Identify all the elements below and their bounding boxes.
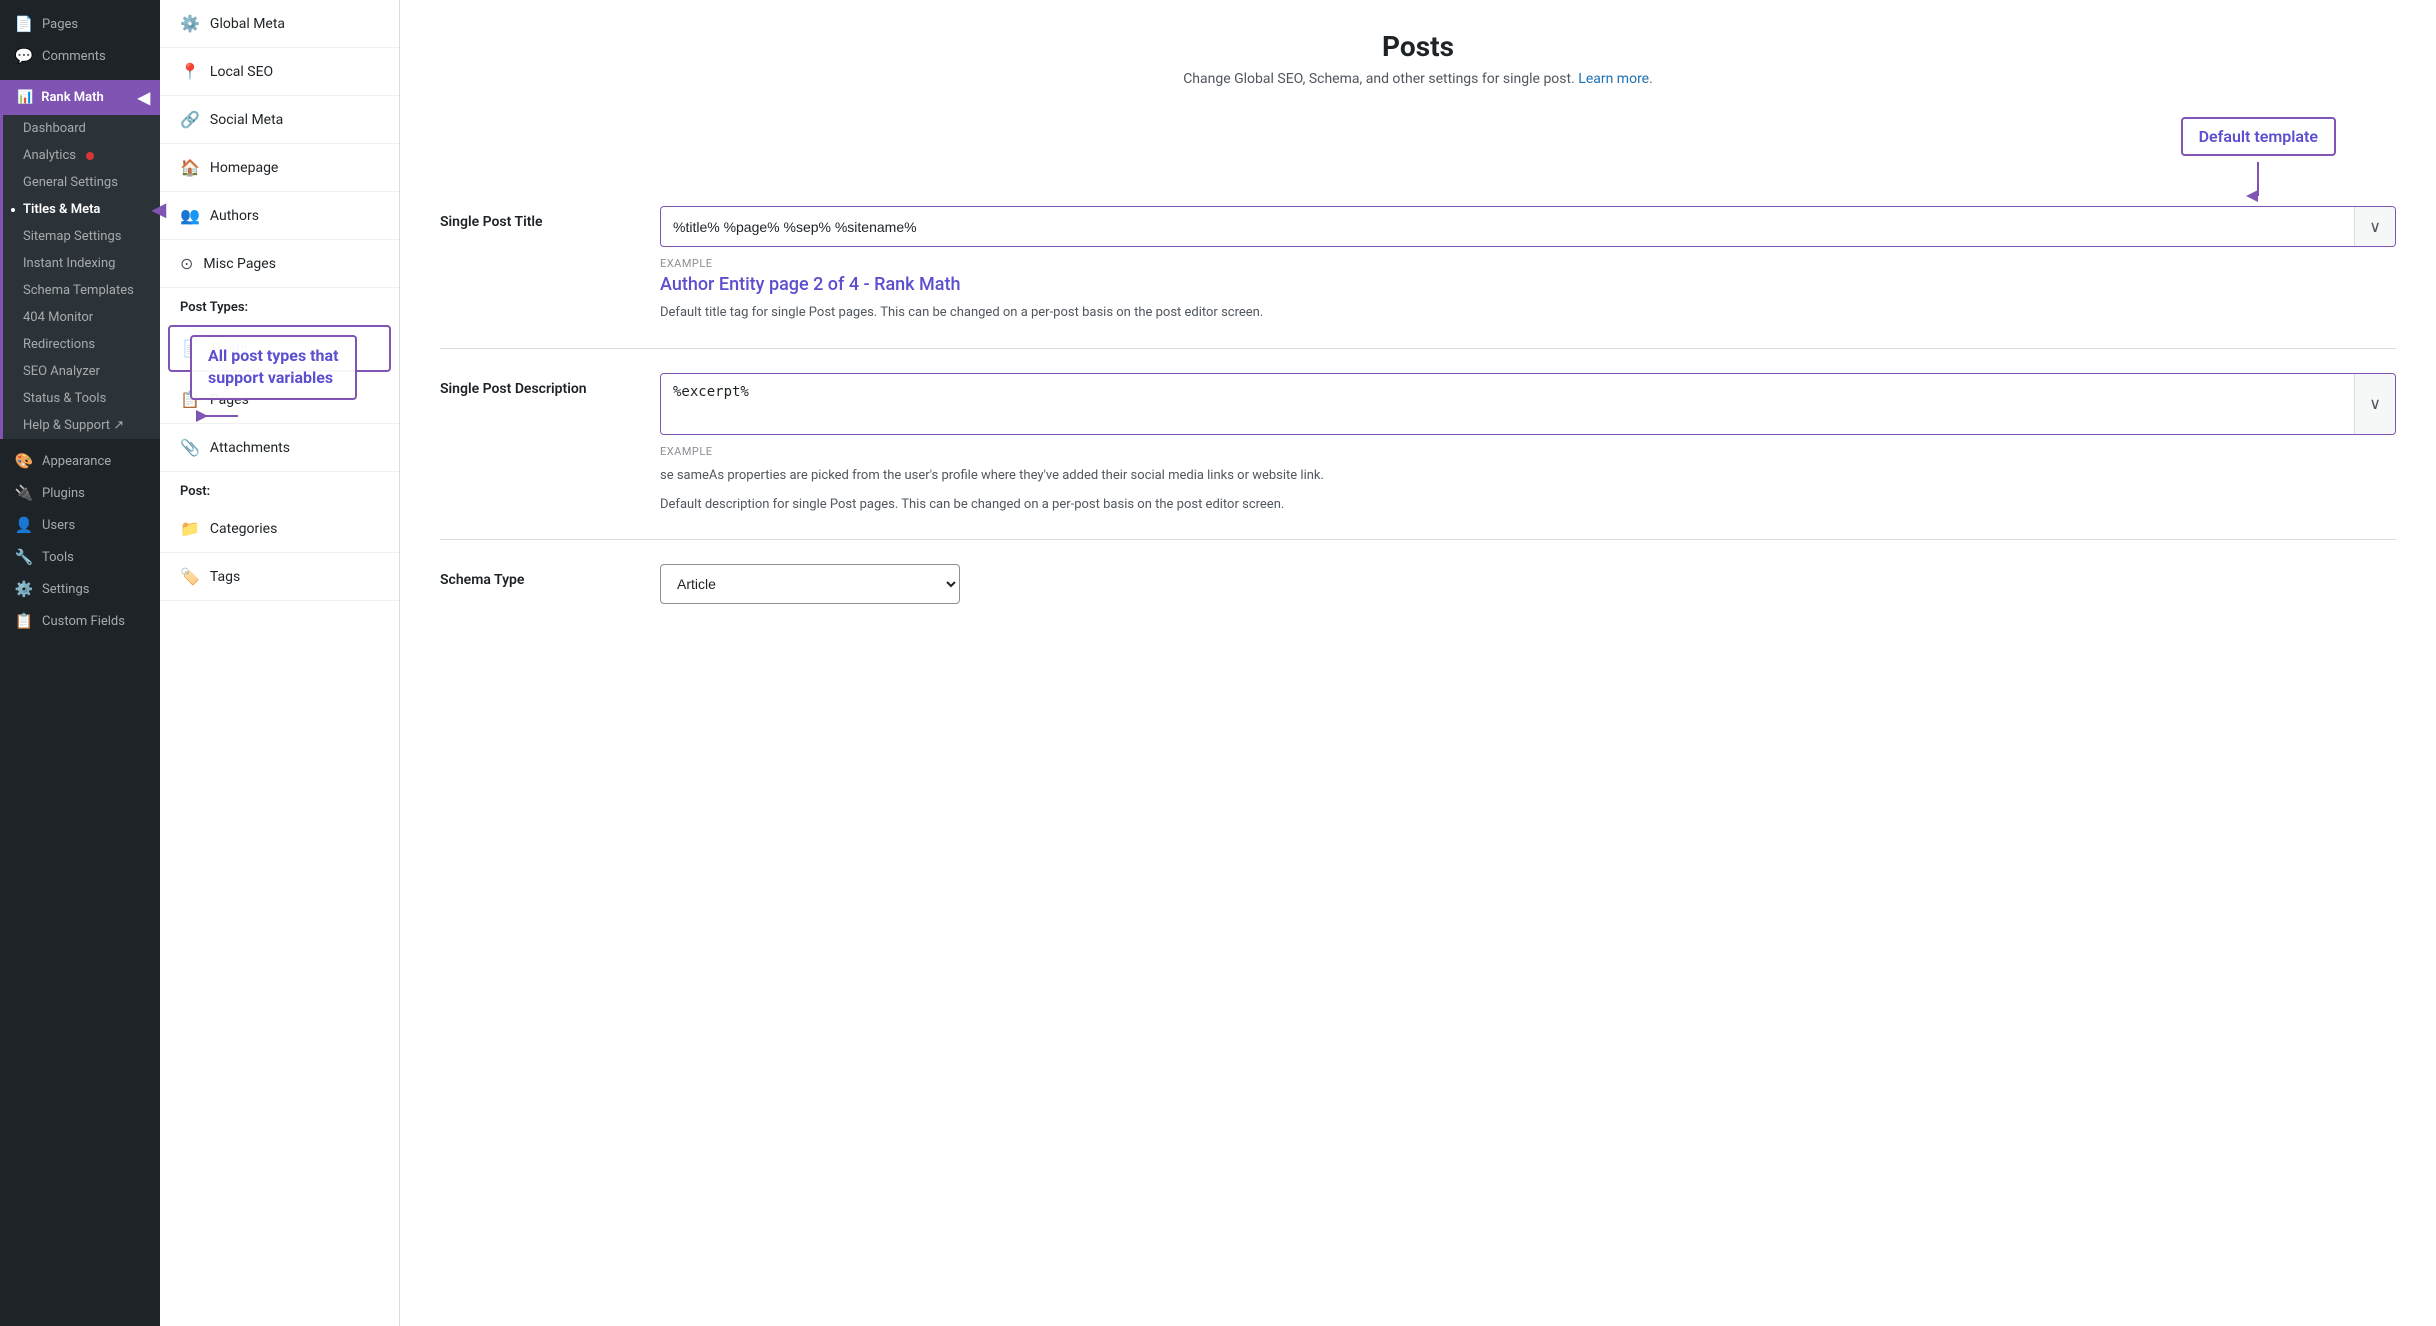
sidebar-item-instant-indexing[interactable]: Instant Indexing <box>3 250 160 277</box>
local-seo-icon: 📍 <box>180 62 200 81</box>
custom-fields-icon: 📋 <box>14 612 34 630</box>
post-types-arrow-svg <box>190 406 240 426</box>
sidebar-item-sitemap-settings[interactable]: Sitemap Settings <box>3 223 160 250</box>
comments-icon: 💬 <box>14 47 34 65</box>
learn-more-link[interactable]: Learn more <box>1578 71 1649 87</box>
post-types-callout-box: All post types that support variables <box>190 335 357 400</box>
schema-type-content: Article BlogPosting NewsArticle None <box>660 564 2396 604</box>
submenu-item-homepage[interactable]: 🏠 Homepage <box>160 144 399 192</box>
single-post-desc-label: Single Post Description <box>440 373 640 397</box>
default-template-callout-wrapper: Default template <box>2181 117 2336 202</box>
sidebar-collapse-arrow: ◀ <box>138 88 150 107</box>
sidebar-item-schema-templates[interactable]: Schema Templates <box>3 277 160 304</box>
categories-icon: 📁 <box>180 519 200 538</box>
sidebar-bottom: 🎨 Appearance 🔌 Plugins 👤 Users 🔧 Tools ⚙… <box>0 445 160 637</box>
sidebar-item-dashboard[interactable]: Dashboard <box>3 115 160 142</box>
single-post-desc-row: Single Post Description %excerpt% ∨ EXAM… <box>440 373 2396 516</box>
submenu-panel: ⚙️ Global Meta 📍 Local SEO 🔗 Social Meta… <box>160 0 400 1326</box>
plugins-icon: 🔌 <box>14 484 34 502</box>
sidebar-item-general-settings[interactable]: General Settings <box>3 169 160 196</box>
submenu-item-social-meta[interactable]: 🔗 Social Meta <box>160 96 399 144</box>
single-post-title-row: Single Post Title ∨ EXAMPLE Author Entit… <box>440 206 2396 324</box>
title-field-desc: Default title tag for single Post pages.… <box>660 303 2396 324</box>
sidebar-item-status-tools[interactable]: Status & Tools <box>3 385 160 412</box>
sidebar-item-titles-meta[interactable]: Titles & Meta ◀ <box>3 196 160 223</box>
post-types-label: Post Types: <box>160 288 399 321</box>
main-content: ⚙️ Global Meta 📍 Local SEO 🔗 Social Meta… <box>160 0 2436 1326</box>
appearance-icon: 🎨 <box>14 452 34 470</box>
submenu-item-misc-pages[interactable]: ⊙ Misc Pages <box>160 240 399 288</box>
default-template-callout-box: Default template <box>2181 117 2336 156</box>
settings-icon: ⚙️ <box>14 580 34 598</box>
users-icon: 👤 <box>14 516 34 534</box>
post-types-arrow-row <box>190 406 240 426</box>
attachments-icon: 📎 <box>180 438 200 457</box>
default-template-arrow-svg <box>2243 162 2273 202</box>
sidebar-item-tools[interactable]: 🔧 Tools <box>0 541 160 573</box>
post-label: Post: <box>160 472 399 505</box>
rank-math-subnav: Dashboard Analytics General Settings Tit… <box>3 115 160 439</box>
global-meta-icon: ⚙️ <box>180 14 200 33</box>
submenu-item-attachments[interactable]: 📎 Attachments <box>160 424 399 472</box>
divider-1 <box>440 348 2396 349</box>
example-label-1: EXAMPLE <box>660 257 2396 270</box>
example-title-1: Author Entity page 2 of 4 - Rank Math <box>660 274 2396 295</box>
single-post-desc-content: %excerpt% ∨ EXAMPLE se sameAs properties… <box>660 373 2396 516</box>
schema-type-label: Schema Type <box>440 564 640 588</box>
sidebar-item-seo-analyzer[interactable]: SEO Analyzer <box>3 358 160 385</box>
submenu-item-authors[interactable]: 👥 Authors <box>160 192 399 240</box>
single-post-title-input-row: ∨ <box>660 206 2396 247</box>
sidebar-item-help-support[interactable]: Help & Support ↗ <box>3 412 160 439</box>
desc-dropdown-button[interactable]: ∨ <box>2354 374 2395 434</box>
sidebar-item-404-monitor[interactable]: 404 Monitor <box>3 304 160 331</box>
content-panel: Posts Change Global SEO, Schema, and oth… <box>400 0 2436 1326</box>
single-post-desc-textarea[interactable]: %excerpt% <box>661 374 2354 434</box>
single-post-title-content: ∨ EXAMPLE Author Entity page 2 of 4 - Ra… <box>660 206 2396 324</box>
desc-annotation-area: EXAMPLE se sameAs properties are picked … <box>660 445 2396 516</box>
rank-math-header[interactable]: 📊 Rank Math ◀ <box>3 80 160 115</box>
post-types-annotation-wrapper: All post types that support variables <box>190 335 357 426</box>
default-template-annotation-area: Default template <box>440 117 2396 202</box>
submenu-item-local-seo[interactable]: 📍 Local SEO <box>160 48 399 96</box>
sidebar-item-plugins[interactable]: 🔌 Plugins <box>0 477 160 509</box>
single-post-title-label: Single Post Title <box>440 206 640 230</box>
sidebar-item-comments[interactable]: 💬 Comments <box>0 40 160 72</box>
submenu-item-tags[interactable]: 🏷️ Tags <box>160 553 399 601</box>
desc-example-partial: se sameAs properties are picked from the… <box>660 466 2396 487</box>
sidebar-item-settings[interactable]: ⚙️ Settings <box>0 573 160 605</box>
single-post-title-input[interactable] <box>661 209 2354 245</box>
sidebar-item-appearance[interactable]: 🎨 Appearance <box>0 445 160 477</box>
post-types-callout: All post types that support variables <box>190 335 357 426</box>
sidebar-item-custom-fields[interactable]: 📋 Custom Fields <box>0 605 160 637</box>
desc-example-wrapper: se sameAs properties are picked from the… <box>660 466 2396 516</box>
desc-example-full: Default description for single Post page… <box>660 495 2396 516</box>
schema-type-row: Schema Type Article BlogPosting NewsArti… <box>440 564 2396 604</box>
authors-icon: 👥 <box>180 206 200 225</box>
submenu-item-categories[interactable]: 📁 Categories <box>160 505 399 553</box>
sidebar-item-users[interactable]: 👤 Users <box>0 509 160 541</box>
divider-2 <box>440 539 2396 540</box>
sidebar-item-pages[interactable]: 📄 Pages <box>0 8 160 40</box>
sidebar: 📄 Pages 💬 Comments 📊 Rank Math ◀ Dashboa… <box>0 0 160 1326</box>
social-meta-icon: 🔗 <box>180 110 200 129</box>
homepage-icon: 🏠 <box>180 158 200 177</box>
rank-math-icon: 📊 <box>17 90 33 105</box>
submenu-item-global-meta[interactable]: ⚙️ Global Meta <box>160 0 399 48</box>
tools-icon: 🔧 <box>14 548 34 566</box>
single-post-desc-textarea-row: %excerpt% ∨ <box>660 373 2396 435</box>
post-types-group: All post types that support variables <box>160 325 399 472</box>
title-dropdown-button[interactable]: ∨ <box>2354 207 2395 246</box>
page-subtitle: Change Global SEO, Schema, and other set… <box>440 71 2396 87</box>
tags-icon: 🏷️ <box>180 567 200 586</box>
page-title: Posts <box>440 30 2396 63</box>
analytics-dot <box>86 152 94 160</box>
example-label-2: EXAMPLE <box>660 445 2396 458</box>
misc-pages-icon: ⊙ <box>180 254 193 273</box>
sidebar-item-analytics[interactable]: Analytics <box>3 142 160 169</box>
sidebar-item-redirections[interactable]: Redirections <box>3 331 160 358</box>
titles-meta-arrow: ◀ <box>152 199 166 220</box>
schema-type-select[interactable]: Article BlogPosting NewsArticle None <box>660 564 960 604</box>
pages-icon: 📄 <box>14 15 34 33</box>
rank-math-section: 📊 Rank Math ◀ Dashboard Analytics Genera… <box>0 80 160 439</box>
